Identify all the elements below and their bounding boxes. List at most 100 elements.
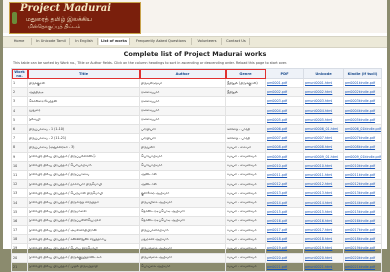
pdf-link[interactable]: pm0011.pdf [265,169,304,181]
pdf-link[interactable]: pm0020.pdf [265,252,304,263]
page: Project Madurai மதுரைத் தமிழ் இலக்கிய மி… [3,0,387,272]
kindle-link[interactable]: pm0009_01kindle.pdf [343,151,382,162]
pdf-link[interactable]: pm0017.pdf [265,224,304,236]
unicode-link[interactable]: pmuni0016.html [303,215,344,227]
work-no-cell: 21 [11,261,28,272]
author-cell: பாரதியார் [139,133,226,144]
header-genre[interactable]: Genre [225,68,266,79]
kindle-link[interactable]: pm0019kindle.pdf [343,243,382,254]
genre-cell [225,96,266,107]
kindle-link[interactable]: pm0017kindle.pdf [343,224,382,236]
unicode-link[interactable]: pmuni0004.html [303,105,344,116]
kindle-link[interactable]: pm0001kindle.pdf [343,77,382,89]
pdf-link[interactable]: pm0012.pdf [265,179,304,190]
genre-cell [225,114,266,125]
kindle-link[interactable]: pm0015kindle.pdf [343,206,382,217]
unicode-link[interactable]: pmuni0015.html [303,206,344,217]
tab-list-of-works[interactable]: List of works [99,38,130,45]
logo-subtitle: மதுரைத் தமிழ் இலக்கிய [26,16,92,23]
unicode-link[interactable]: pmuni0010.html [303,160,344,171]
unicode-link[interactable]: pmuni0011.html [303,169,344,181]
kindle-link[interactable]: pm0004kindle.pdf [343,105,382,116]
kindle-link[interactable]: pm0014kindle.pdf [343,197,382,208]
pdf-link[interactable]: pm0009.pdf [265,151,304,162]
kindle-link[interactable]: pm0008kindle.pdf [343,142,382,153]
kindle-link[interactable]: pm0011kindle.pdf [343,169,382,181]
genre-cell: சமயம் - வைணவம் [225,197,266,208]
header-kindle: Kindle (if tscii) [343,68,382,79]
unicode-link[interactable]: pmuni0008.html [303,142,344,153]
pdf-link[interactable]: pm0010.pdf [265,160,304,171]
kindle-link[interactable]: pm0007kindle.pdf [343,133,382,144]
kindle-link[interactable]: pm0006_01kindle.pdf [343,123,382,135]
header-title[interactable]: Title [27,68,140,79]
pdf-link[interactable]: pm0018.pdf [265,234,304,245]
kindle-link[interactable]: pm0005kindle.pdf [343,114,382,125]
unicode-link[interactable]: pmuni0014.html [303,197,344,208]
logo-tagline: மின்தொகுப்புத் திட்டம் [28,24,81,30]
unicode-link[interactable]: pmuni0013.html [303,188,344,199]
kindle-link[interactable]: pm0003kindle.pdf [343,96,382,107]
pdf-link[interactable]: pm0021.pdf [265,261,304,272]
tab-home[interactable]: Home [7,38,32,45]
pdf-link[interactable]: pm0007.pdf [265,133,304,144]
unicode-link[interactable]: pmuni0012.html [303,179,344,190]
kindle-link[interactable]: pm0020kindle.pdf [343,252,382,263]
unicode-link[interactable]: pmuni0001.html [303,77,344,89]
unicode-link[interactable]: pmuni0009_01.html [303,151,344,162]
unicode-link[interactable]: pmuni0017.html [303,224,344,236]
unicode-link[interactable]: pmuni0021.html [303,261,344,272]
genre-cell: சமயம் - வைணவம் [225,160,266,171]
kindle-link[interactable]: pm0012kindle.pdf [343,179,382,190]
kindle-link[interactable]: pm0018kindle.pdf [343,234,382,245]
unicode-link[interactable]: pmuni0002.html [303,87,344,98]
work-no-cell: 18 [11,234,28,245]
genre-cell: சமயம் - வைணவம் [225,151,266,162]
pdf-link[interactable]: pm0008.pdf [265,142,304,153]
unicode-link[interactable]: pmuni0005.html [303,114,344,125]
pdf-link[interactable]: pm0019.pdf [265,243,304,254]
work-no-cell: 10 [11,160,28,171]
unicode-link[interactable]: pmuni0019.html [303,243,344,254]
pdf-link[interactable]: pm0016.pdf [265,215,304,227]
author-cell: பெரியாழ்வார் [139,160,226,171]
title-cell: நாலாயிர திவ்ய பிரபந்தம் / திருப்பள்ளியெழ… [27,215,140,227]
unicode-link[interactable]: pmuni0018.html [303,234,344,245]
tab-volunteers[interactable]: Volunteers [193,38,222,45]
page-title: Complete list of Project Madurai works [123,50,267,58]
kindle-link[interactable]: pm0021kindle.pdf [343,261,382,272]
unicode-link[interactable]: pmuni0006_01.html [303,123,344,135]
tab-english[interactable]: In English [71,38,98,45]
genre-cell [225,105,266,116]
table-row: 19 நாலாயிர திவ்ய பிரபந்தம் / பெரிய திருமொ… [11,243,382,254]
table-row: 3 கொன்றைவேந்தன் ஔவையார் pm0003.pdf pmuni0003… [11,96,382,107]
project-madurai-logo[interactable]: Project Madurai மதுரைத் தமிழ் இலக்கிய மி… [9,2,141,34]
pdf-link[interactable]: pm0006.pdf [265,123,304,135]
author-cell: பெரியாழ்வார் [139,151,226,162]
pdf-link[interactable]: pm0001.pdf [265,77,304,89]
kindle-link[interactable]: pm0002kindle.pdf [343,87,382,98]
title-cell: திருப்பாவை - 2 (11-21) [27,133,140,144]
unicode-link[interactable]: pmuni0003.html [303,96,344,107]
pdf-link[interactable]: pm0013.pdf [265,188,304,199]
kindle-link[interactable]: pm0016kindle.pdf [343,215,382,227]
tab-contact[interactable]: Contact Us [223,38,250,45]
pdf-link[interactable]: pm0004.pdf [265,105,304,116]
author-cell: திருமங்கை ஆழ்வார் [139,243,226,254]
work-no-cell: 9 [11,151,28,162]
pdf-link[interactable]: pm0015.pdf [265,206,304,217]
author-cell: திருமங்கை ஆழ்வார் [139,252,226,263]
unicode-link[interactable]: pmuni0007.html [303,133,344,144]
header-author[interactable]: Author [139,68,226,79]
pdf-link[interactable]: pm0014.pdf [265,197,304,208]
pdf-link[interactable]: pm0003.pdf [265,96,304,107]
tab-faq[interactable]: Frequently Asked Questions [131,38,192,45]
tab-unicode-tamil[interactable]: In Unicode Tamil [33,38,70,45]
pdf-link[interactable]: pm0002.pdf [265,87,304,98]
author-cell: ஔவையார் [139,87,226,98]
kindle-link[interactable]: pm0013kindle.pdf [343,188,382,199]
kindle-link[interactable]: pm0010kindle.pdf [343,160,382,171]
pdf-link[interactable]: pm0005.pdf [265,114,304,125]
header-work-no[interactable]: Work no. [11,68,28,79]
unicode-link[interactable]: pmuni0020.html [303,252,344,263]
